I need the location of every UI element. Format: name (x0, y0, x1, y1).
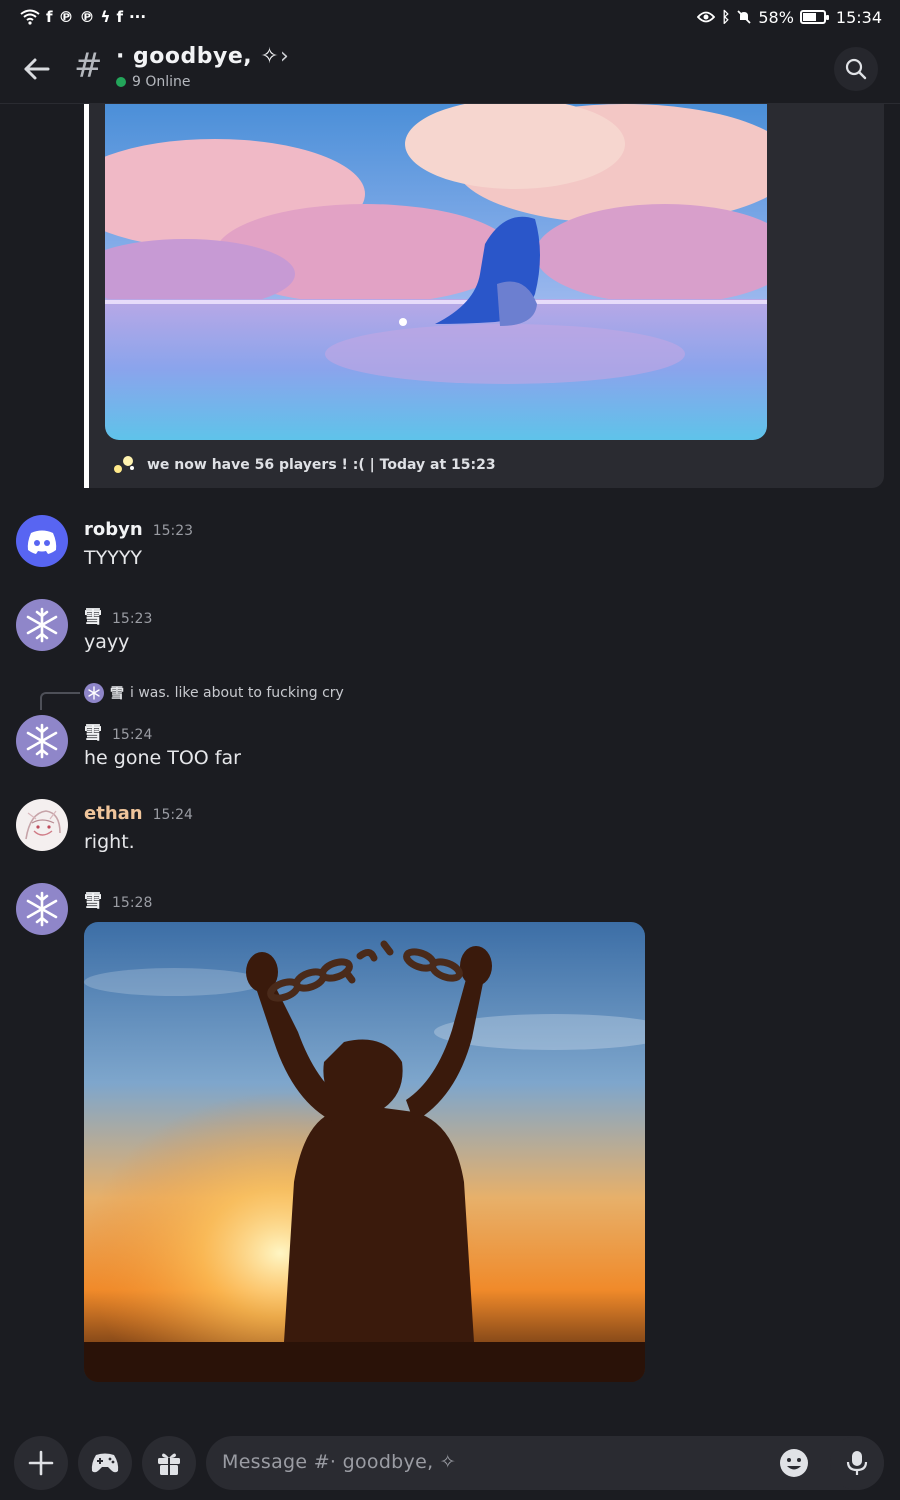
snowflake-icon (26, 723, 58, 759)
battery-percent: 58% (758, 7, 794, 27)
reply-preview[interactable]: 雪 i was. like about to fucking cry (84, 683, 344, 703)
author-name[interactable]: robyn (84, 519, 143, 540)
image-attachment-broken-chains[interactable] (84, 922, 645, 1382)
message-text: yayy (84, 631, 130, 653)
message-time: 15:23 (152, 523, 194, 539)
message-input[interactable]: Message #· goodbye, ✧ (206, 1436, 884, 1490)
discord-channel-screen: f ℗ ℗ ϟ f ··· ᛒ 58% 15:34 # · goodbye, ✧… (0, 0, 900, 1500)
message-text: right. (84, 831, 135, 853)
eye-icon (697, 11, 716, 23)
online-count: 9 Online (116, 74, 191, 90)
game-controller-icon (91, 1453, 119, 1473)
message-header: 雪 15:23 (84, 603, 152, 629)
bluetooth-icon: ᛒ (721, 8, 731, 26)
voice-message-button[interactable] (830, 1436, 884, 1490)
message-text: he gone TOO far (84, 747, 241, 769)
reply-avatar (84, 683, 104, 703)
activities-button[interactable] (78, 1436, 132, 1490)
discord-logo-icon (27, 530, 57, 554)
avatar[interactable] (16, 883, 68, 935)
snowflake-icon (26, 891, 58, 927)
ocean-painting (105, 104, 767, 440)
clock: 15:34 (835, 7, 882, 27)
message-item: 雪 15:24 he gone TOO far (16, 715, 876, 775)
broken-chains-photo (84, 922, 645, 1382)
reply-text: i was. like about to fucking cry (130, 685, 344, 701)
embed-footer-text: we now have 56 players ! :( | Today at 1… (147, 457, 496, 473)
gift-icon (158, 1453, 180, 1475)
back-arrow-icon[interactable] (20, 52, 54, 86)
channel-title[interactable]: · goodbye, ✧ (116, 44, 279, 69)
message-item: ethan 15:24 right. (16, 799, 876, 859)
avatar[interactable] (16, 715, 68, 767)
wifi-icon (20, 9, 40, 25)
anime-sketch-avatar-icon (25, 810, 61, 840)
microphone-icon (846, 1451, 868, 1475)
emoji-icon[interactable] (778, 1447, 810, 1479)
more-icon: ··· (128, 8, 147, 26)
message-item: 雪 15:23 yayy (16, 599, 876, 659)
message-header: robyn 15:23 (84, 519, 193, 540)
channel-header: # · goodbye, ✧ › 9 Online (0, 34, 900, 104)
message-header: 雪 15:28 (84, 887, 152, 913)
status-bar-left: f ℗ ℗ ϟ f ··· (20, 8, 146, 26)
message-time: 15:24 (112, 727, 153, 743)
add-attachment-button[interactable] (14, 1436, 68, 1490)
status-bar-right: ᛒ 58% 15:34 (697, 8, 882, 27)
reply-author: 雪 (110, 686, 124, 702)
message-embed: we now have 56 players ! :( | Today at 1… (84, 104, 884, 488)
avatar[interactable] (16, 599, 68, 651)
message-input-placeholder: Message #· goodbye, ✧ (222, 1451, 456, 1473)
avatar[interactable] (16, 515, 68, 567)
composer-bar: Message #· goodbye, ✧ (0, 1426, 900, 1500)
sparkle-icon (114, 456, 134, 473)
online-text: 9 Online (132, 74, 191, 90)
message-header: ethan 15:24 (84, 803, 193, 824)
gift-button[interactable] (142, 1436, 196, 1490)
battery-icon (799, 10, 829, 24)
author-name[interactable]: 雪 (84, 719, 102, 745)
search-icon (845, 58, 867, 80)
mute-icon (737, 10, 751, 24)
online-status-dot (116, 77, 126, 87)
message-header: 雪 15:24 (84, 719, 152, 745)
bolt-icon: ϟ (100, 8, 111, 26)
reply-connector (40, 692, 80, 710)
author-name[interactable]: 雪 (84, 887, 102, 913)
snowflake-icon (26, 607, 58, 643)
plus-icon (28, 1450, 54, 1476)
message-item: robyn 15:23 TYYYY (16, 515, 876, 575)
message-time: 15:24 (152, 807, 193, 823)
author-name[interactable]: 雪 (84, 603, 102, 629)
facebook-icon: f (116, 8, 123, 26)
pinterest-icon: ℗ (58, 8, 74, 26)
status-bar: f ℗ ℗ ϟ f ··· ᛒ 58% 15:34 (0, 0, 900, 34)
avatar[interactable] (16, 799, 68, 851)
channel-hash-icon: # (74, 46, 103, 86)
message-time: 15:28 (112, 895, 153, 911)
message-time: 15:23 (112, 611, 153, 627)
embed-image-ocean-art[interactable] (105, 104, 767, 440)
facebook-icon: f (46, 8, 53, 26)
chevron-right-icon[interactable]: › (280, 44, 289, 69)
search-button[interactable] (834, 47, 878, 91)
message-text: TYYYY (84, 547, 143, 569)
embed-footer: we now have 56 players ! :( | Today at 1… (111, 454, 496, 476)
snowflake-icon (88, 686, 100, 700)
pinterest-icon: ℗ (79, 8, 95, 26)
author-name[interactable]: ethan (84, 803, 143, 824)
